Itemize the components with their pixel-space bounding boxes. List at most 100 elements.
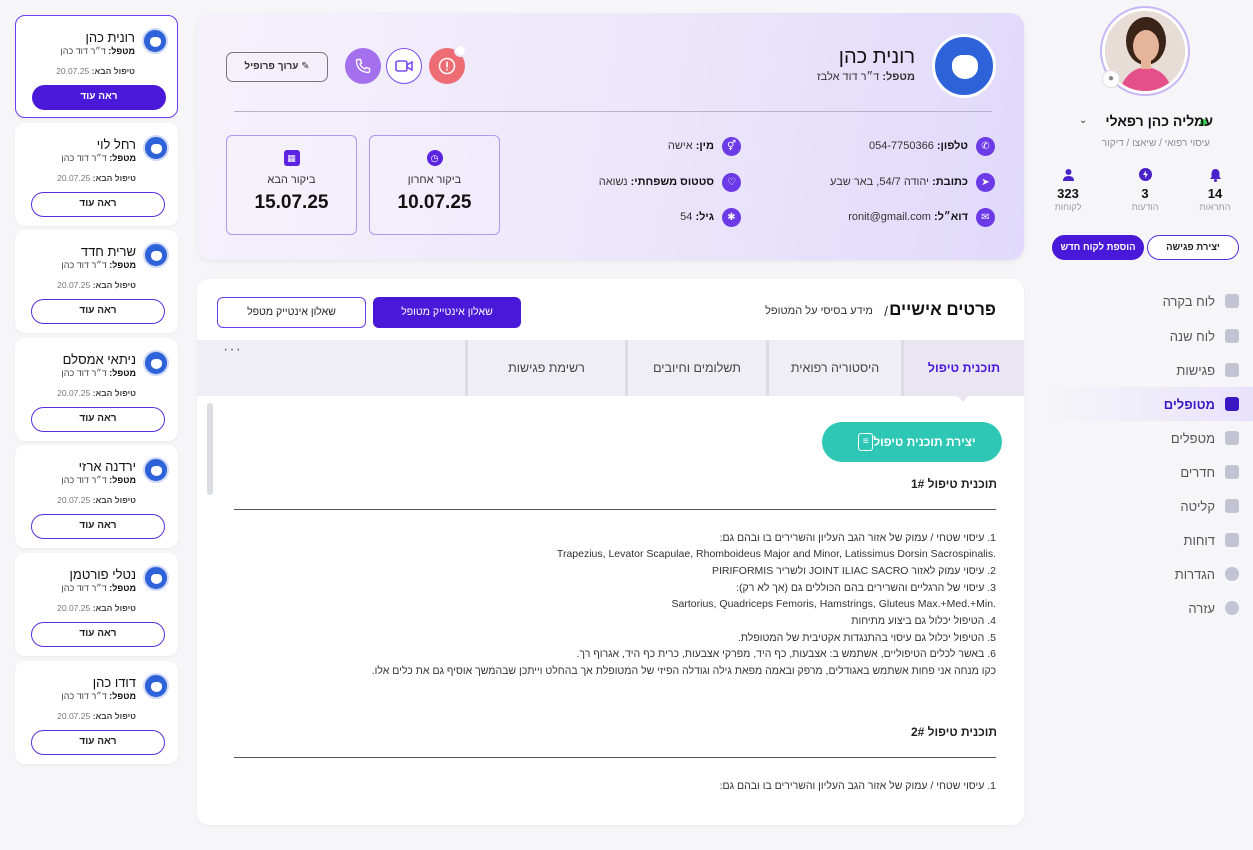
see-more-button[interactable]: ראה עוד [31,192,165,217]
see-more-button[interactable]: ראה עוד [32,85,166,110]
stat-notifications[interactable]: 14 התראות [1190,168,1240,212]
patient-next-treatment: טיפול הבא: 20.07.25 [57,603,136,613]
info-marital-status: סטטוס משפחתי: נשואה ♡ [517,172,741,192]
section-title: פרטים אישיים [889,300,996,319]
tab-medical-history[interactable]: היסטוריה רפואית [766,340,901,396]
patient-next-treatment: טיפול הבא: 20.07.25 [57,388,136,398]
avatar-camera-icon[interactable]: ● [1102,70,1120,88]
tab-treatment-plan[interactable]: תוכנית טיפול [901,340,1024,396]
patient-avatar [143,673,169,699]
patient-name: ירדנה ארזי [78,459,136,474]
patient-card[interactable]: שרית חדד מטפל: ד״ר דוד כהן טיפול הבא: 20… [15,230,178,333]
person-icon [1043,168,1093,184]
patient-name: רונית כהן [838,46,915,68]
stat-clients[interactable]: 323 לקוחות [1043,168,1093,212]
nav-item-therapists[interactable]: מטפלים [1042,421,1253,455]
divider [234,757,996,758]
patient-card[interactable]: דודו כהן מטפל: ד״ר דוד כהן טיפול הבא: 20… [15,661,178,764]
personal-details-card: פרטים אישיים / מידע בסיסי על המטופל שאלו… [197,279,1024,825]
nav-item-rooms[interactable]: חדרים [1042,455,1253,489]
plan-line: כקו מנחה אני פחות אשתמש באגודלים, מרפק ו… [371,665,996,677]
dashboard-icon [1225,294,1239,308]
active-tab-indicator [956,394,970,402]
main-sidebar: ● עמליה כהן רפאלי ⌄ עיסוי רפואי / שיאצו … [1042,0,1253,850]
patient-therapist: מטפל: ד״ר דוד כהן [61,583,136,593]
phone-call-button[interactable] [345,48,381,84]
plan-line: 1. עיסוי שטחי / עמוק של אזור הגב העליון … [719,532,996,544]
patient-card[interactable]: רונית כהן מטפל: ד״ר דוד כהן טיפול הבא: 2… [15,15,178,118]
nav-item-intake[interactable]: קליטה [1042,489,1253,523]
therapists-icon [1225,431,1239,445]
notification-dot [454,44,467,57]
patient-card[interactable]: נטלי פורטמן מטפל: ד״ר דוד כהן טיפול הבא:… [15,553,178,656]
create-treatment-plan-button[interactable]: יצירת תוכנית טיפול ≡ [822,422,1002,462]
patient-name: נטלי פורטמן [69,567,136,582]
see-more-button[interactable]: ראה עוד [31,622,165,647]
add-client-button[interactable]: הוספת לקוח חדש [1052,235,1144,260]
patient-name: שרית חדד [80,244,136,259]
nav-item-dashboard[interactable]: לוח בקרה [1042,284,1253,318]
help-icon [1225,601,1239,615]
user-roles: עיסוי רפואי / שיאצו / דיקור [1101,138,1210,149]
stat-messages[interactable]: 3 הודעות [1120,168,1170,212]
patient-next-treatment: טיפול הבא: 20.07.25 [57,173,136,183]
patient-name: ניתאי אמסלם [62,352,136,367]
see-more-button[interactable]: ראה עוד [31,730,165,755]
calendar-icon [1225,329,1239,343]
scrollbar[interactable] [207,403,213,495]
plan-line: 2. עיסוי עמוק לאזור JOINT ILIAC SACRO ול… [711,565,996,577]
nav-label: דוחות [1183,532,1216,548]
clock-icon: ◷ [426,150,443,166]
plan-line: 1. עיסוי שטחי / עמוק של אזור הגב העליון … [719,780,996,792]
patient-therapist: מטפל: ד״ר דוד כהן [61,260,136,270]
see-more-button[interactable]: ראה עוד [31,514,165,539]
nav-label: קליטה [1180,498,1215,514]
heart-icon: ♡ [722,172,741,192]
nav-label: לוח שנה [1169,328,1215,344]
nav-item-meetings[interactable]: פגישות [1042,353,1253,387]
nav-label: מטופלים [1163,396,1215,412]
nav-item-help[interactable]: עזרה [1042,591,1253,625]
info-age: גיל: 54 ✱ [517,207,741,227]
see-more-button[interactable]: ראה עוד [31,299,165,324]
intake-icon [1225,499,1239,513]
therapist-intake-questionnaire-button[interactable]: שאלון אינטייק מטפל [217,297,366,328]
patient-avatar [932,34,996,98]
stat-value: 14 [1207,186,1223,201]
patient-header-card: רונית כהן מטפל: ד״ר דוד אלבז ✎ ערוך פרופ… [197,13,1024,260]
user-name[interactable]: עמליה כהן רפאלי [1105,113,1213,129]
nav-label: מטפלים [1170,430,1215,446]
patient-card[interactable]: ניתאי אמסלם מטפל: ד״ר דוד כהן טיפול הבא:… [15,338,178,441]
patient-intake-questionnaire-button[interactable]: שאלון אינטייק מטופל [373,297,521,328]
patient-avatar [143,457,169,483]
clipboard-icon: ≡ [858,433,874,451]
nav-item-settings[interactable]: הגדרות [1042,557,1253,591]
divider [234,509,996,510]
edit-profile-button[interactable]: ✎ ערוך פרופיל [226,52,328,82]
patient-next-treatment: טיפול הבא: 20.07.25 [56,66,135,76]
patient-card[interactable]: ירדנה ארזי מטפל: ד״ר דוד כהן טיפול הבא: … [15,445,178,548]
video-call-button[interactable] [386,48,422,84]
see-more-button[interactable]: ראה עוד [31,407,165,432]
patient-card[interactable]: רחל לוי מטפל: ד״ר דוד כהן טיפול הבא: 20.… [15,123,178,226]
patient-name: רחל לוי [96,137,136,152]
nav-item-reports[interactable]: דוחות [1042,523,1253,557]
tab-payments[interactable]: תשלומים וחיובים [625,340,766,396]
patient-avatar [143,242,169,268]
tab-meetings-list[interactable]: רשימת פגישות [465,340,625,396]
more-options-icon[interactable]: ··· [223,341,242,359]
patient-therapist: מטפל: ד״ר דוד כהן [61,153,136,163]
bolt-icon [1120,168,1170,184]
nav-item-calendar[interactable]: לוח שנה [1042,319,1253,353]
chevron-down-icon[interactable]: ⌄ [1079,115,1087,126]
rooms-icon [1225,465,1239,479]
patient-name: רונית כהן [85,30,135,45]
patient-therapist: מטפל: ד״ר דוד כהן [61,475,136,485]
patient-avatar [143,350,169,376]
settings-icon [1225,567,1239,581]
info-gender: מין: אישה ⚥ [517,136,741,156]
plan-line: 5. הטיפול יכלול גם עיסוי בהתנגדות אקטיבי… [737,632,996,644]
gender-icon: ⚥ [722,136,741,156]
nav-item-patients[interactable]: מטופלים [1042,387,1253,421]
new-meeting-button[interactable]: יצירת פגישה [1147,235,1239,260]
